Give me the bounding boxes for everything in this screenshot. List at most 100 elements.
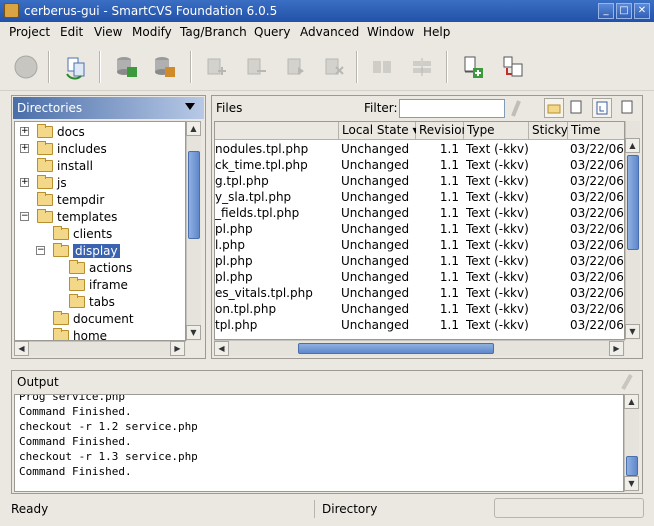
- file-cell-name[interactable]: pl.php: [215, 269, 335, 285]
- show-removed-button[interactable]: [618, 98, 638, 118]
- tree-item[interactable]: includes: [37, 140, 107, 157]
- scroll-thumb[interactable]: [298, 343, 494, 354]
- file-cell-rev[interactable]: 1.1: [416, 205, 459, 221]
- file-cell-state[interactable]: Unchanged: [341, 189, 416, 205]
- add-tag-button[interactable]: [456, 51, 488, 83]
- scroll-left-icon[interactable]: ◀: [214, 341, 229, 356]
- file-cell-sticky[interactable]: [531, 221, 566, 237]
- file-cell-state[interactable]: Unchanged: [341, 253, 416, 269]
- file-cell-state[interactable]: Unchanged: [341, 141, 416, 157]
- tree-item[interactable]: install: [37, 157, 93, 174]
- file-cell-name[interactable]: l.php: [215, 237, 335, 253]
- file-cell-state[interactable]: Unchanged: [341, 237, 416, 253]
- file-cell-rev[interactable]: 1.1: [416, 285, 459, 301]
- file-cell-time[interactable]: 03/22/06: [570, 173, 624, 189]
- menu-window[interactable]: Window: [367, 25, 414, 39]
- file-cell-time[interactable]: 03/22/06: [570, 189, 624, 205]
- output-text[interactable]: Prog service.php Command Finished. checkou…: [14, 394, 624, 492]
- file-cell-type[interactable]: Text (-kkv): [466, 237, 531, 253]
- file-cell-name[interactable]: es_vitals.tpl.php: [215, 285, 335, 301]
- file-cell-sticky[interactable]: [531, 157, 566, 173]
- file-cell-sticky[interactable]: [531, 141, 566, 157]
- files-hscrollbar[interactable]: ◀ ▶: [214, 340, 625, 356]
- file-cell-type[interactable]: Text (-kkv): [466, 285, 531, 301]
- file-cell-rev[interactable]: 1.1: [416, 301, 459, 317]
- file-cell-name[interactable]: pl.php: [215, 221, 335, 237]
- file-cell-sticky[interactable]: [531, 173, 566, 189]
- expand-icon[interactable]: +: [20, 127, 29, 136]
- file-cell-time[interactable]: 03/22/06: [570, 141, 624, 157]
- file-cell-time[interactable]: 03/22/06: [570, 237, 624, 253]
- file-cell-type[interactable]: Text (-kkv): [466, 301, 531, 317]
- scroll-up-icon[interactable]: ▲: [625, 138, 640, 153]
- file-cell-time[interactable]: 03/22/06: [570, 205, 624, 221]
- column-header-type[interactable]: Type: [464, 122, 529, 140]
- file-cell-rev[interactable]: 1.1: [416, 317, 459, 333]
- expand-icon[interactable]: +: [20, 144, 29, 153]
- output-vscrollbar[interactable]: ▲ ▼: [624, 394, 639, 492]
- scroll-down-icon[interactable]: ▼: [624, 476, 639, 491]
- scroll-thumb[interactable]: [626, 456, 638, 476]
- column-header-time[interactable]: Time: [568, 122, 624, 140]
- scroll-up-icon[interactable]: ▲: [186, 121, 201, 136]
- file-cell-time[interactable]: 03/22/06: [570, 157, 624, 173]
- file-cell-sticky[interactable]: [531, 317, 566, 333]
- menu-edit[interactable]: Edit: [60, 25, 83, 39]
- file-cell-rev[interactable]: 1.1: [416, 141, 459, 157]
- file-cell-type[interactable]: Text (-kkv): [466, 173, 531, 189]
- collapse-icon[interactable]: −: [20, 212, 29, 221]
- scroll-thumb[interactable]: [627, 155, 639, 250]
- menu-tag-branch[interactable]: Tag/Branch: [180, 25, 247, 39]
- clear-filter-icon[interactable]: [510, 100, 522, 117]
- tree-item[interactable]: docs: [37, 123, 85, 140]
- scroll-thumb[interactable]: [188, 151, 200, 239]
- menu-query[interactable]: Query: [254, 25, 290, 39]
- file-cell-sticky[interactable]: [531, 205, 566, 221]
- file-cell-rev[interactable]: 1.1: [416, 173, 459, 189]
- file-cell-time[interactable]: 03/22/06: [570, 285, 624, 301]
- filter-input[interactable]: [399, 99, 505, 118]
- file-cell-time[interactable]: 03/22/06: [570, 269, 624, 285]
- file-cell-rev[interactable]: 1.1: [416, 189, 459, 205]
- file-cell-rev[interactable]: 1.1: [416, 237, 459, 253]
- commit-button[interactable]: [148, 51, 180, 83]
- menu-view[interactable]: View: [94, 25, 122, 39]
- refresh-button[interactable]: [60, 51, 92, 83]
- file-cell-time[interactable]: 03/22/06: [570, 317, 624, 333]
- files-table[interactable]: Local State ▾ Revision Type Sticky Time …: [214, 121, 625, 340]
- tree-item[interactable]: actions: [69, 259, 132, 276]
- file-cell-state[interactable]: Unchanged: [341, 317, 416, 333]
- show-unversioned-button[interactable]: [567, 98, 587, 118]
- file-cell-state[interactable]: Unchanged: [341, 205, 416, 221]
- menu-project[interactable]: Project: [9, 25, 50, 39]
- file-cell-type[interactable]: Text (-kkv): [466, 253, 531, 269]
- scroll-up-icon[interactable]: ▲: [624, 394, 639, 409]
- tree-item[interactable]: templates: [37, 208, 117, 225]
- collapse-icon[interactable]: −: [36, 246, 45, 255]
- clear-output-icon[interactable]: [620, 373, 634, 391]
- close-icon[interactable]: ✕: [634, 3, 650, 19]
- file-cell-time[interactable]: 03/22/06: [570, 221, 624, 237]
- scroll-left-icon[interactable]: ◀: [14, 341, 29, 356]
- file-cell-name[interactable]: ck_time.tpl.php: [215, 157, 335, 173]
- tree-item[interactable]: document: [53, 310, 134, 327]
- file-cell-state[interactable]: Unchanged: [341, 285, 416, 301]
- directory-hscrollbar[interactable]: ◀ ▶: [14, 341, 186, 356]
- file-cell-state[interactable]: Unchanged: [341, 173, 416, 189]
- file-cell-type[interactable]: Text (-kkv): [466, 189, 531, 205]
- file-cell-name[interactable]: tpl.php: [215, 317, 335, 333]
- directory-tree[interactable]: docs + includes + install js + tempdir templates…: [14, 121, 186, 341]
- file-cell-type[interactable]: Text (-kkv): [466, 221, 531, 237]
- files-vscrollbar[interactable]: ▲ ▼: [625, 121, 640, 340]
- file-cell-sticky[interactable]: [531, 285, 566, 301]
- tree-item[interactable]: tempdir: [37, 191, 104, 208]
- maximize-icon[interactable]: □: [616, 3, 632, 19]
- file-cell-name[interactable]: y_sla.tpl.php: [215, 189, 335, 205]
- column-header-local-state[interactable]: Local State ▾: [339, 122, 419, 140]
- file-cell-sticky[interactable]: [531, 253, 566, 269]
- column-header-revision[interactable]: Revision: [416, 122, 469, 140]
- file-cell-rev[interactable]: 1.1: [416, 253, 459, 269]
- file-cell-rev[interactable]: 1.1: [416, 157, 459, 173]
- file-cell-rev[interactable]: 1.1: [416, 269, 459, 285]
- open-project-button[interactable]: [10, 51, 42, 83]
